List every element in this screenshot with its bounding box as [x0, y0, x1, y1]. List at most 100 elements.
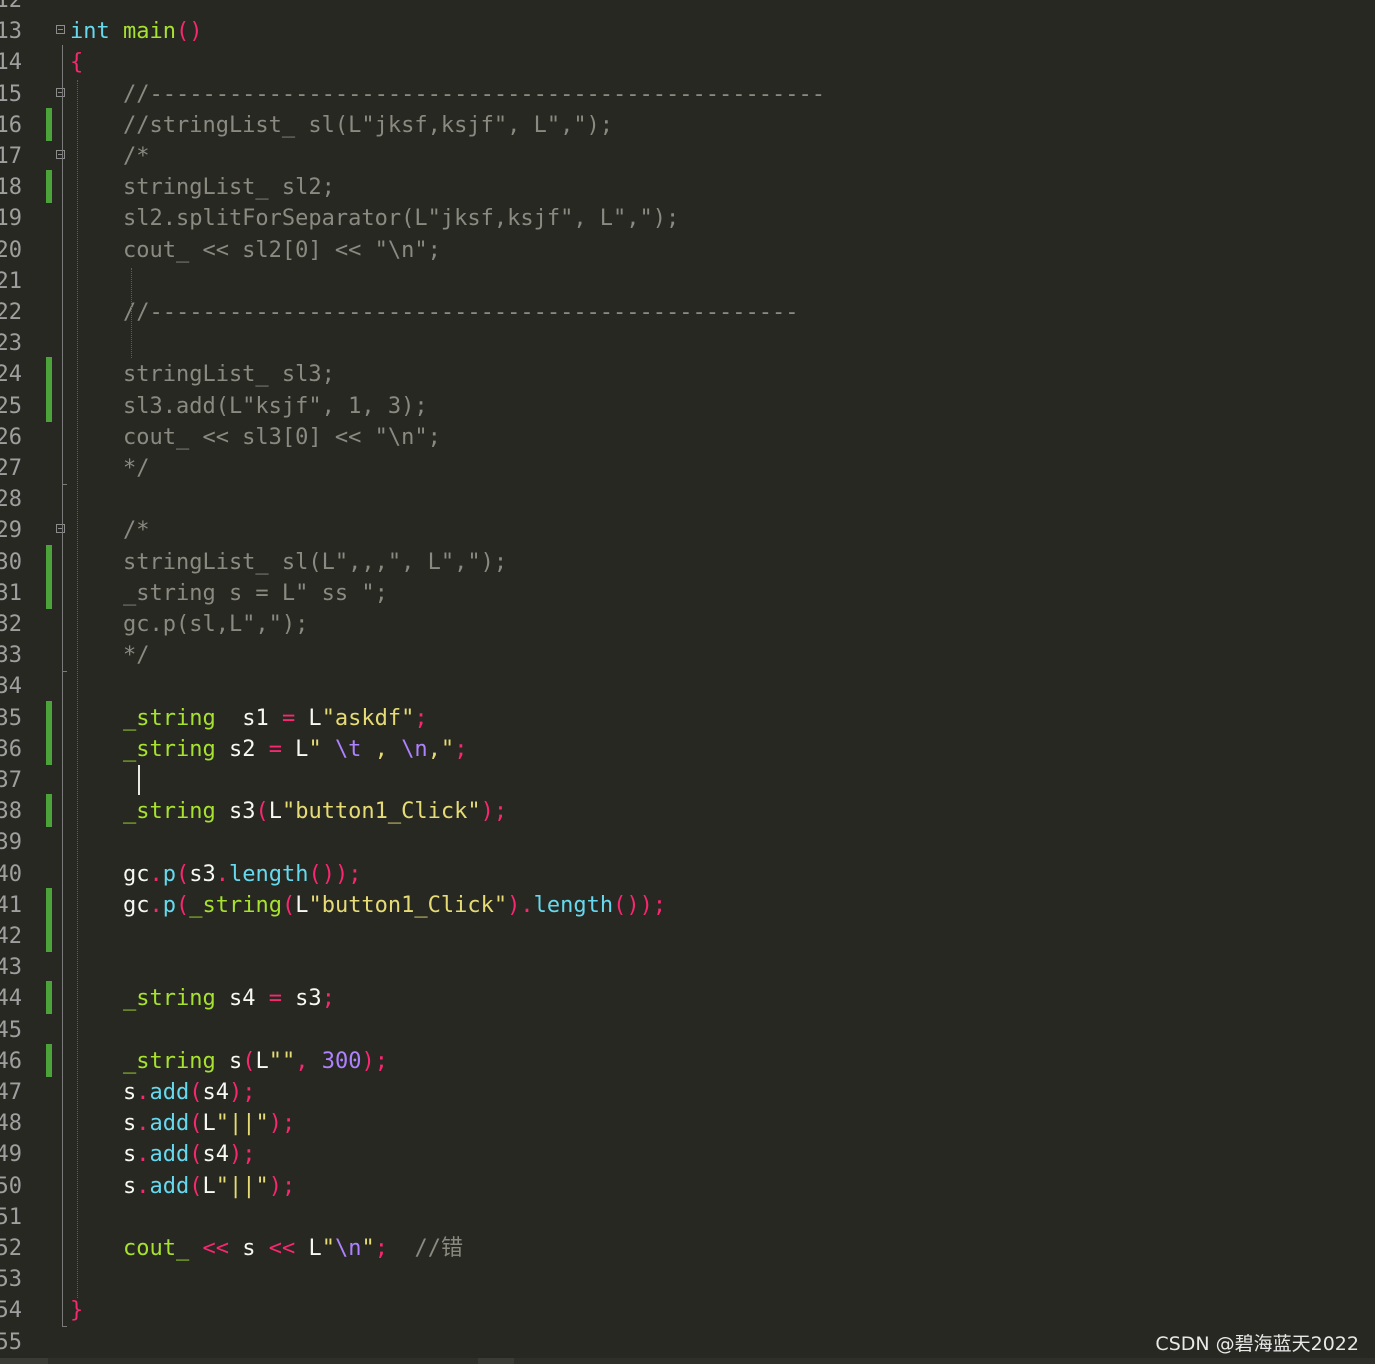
code-token: ());	[308, 861, 362, 887]
fold-toggle-icon[interactable]	[56, 87, 65, 97]
code-token: p	[162, 861, 176, 887]
code-token: L	[202, 1173, 216, 1199]
code-line[interactable]: 45	[0, 1015, 1375, 1046]
code-line[interactable]: 23	[0, 328, 1375, 359]
line-number: 35	[0, 705, 22, 731]
code-line[interactable]: 49 s.add(s4);	[0, 1139, 1375, 1170]
code-editor[interactable]: 12 13 int main() 14 {15 //------------------…	[0, 0, 1375, 1364]
code-line[interactable]: 28	[0, 484, 1375, 515]
code-line[interactable]: 33 */	[0, 640, 1375, 671]
code-line[interactable]: 44 _string s4 = s3;	[0, 981, 1375, 1015]
code-token: );	[268, 1173, 296, 1199]
scrollbar-thumb[interactable]	[0, 1358, 48, 1364]
line-number: 34	[0, 674, 22, 700]
line-number: 24	[0, 362, 22, 388]
change-marker	[46, 731, 52, 765]
code-token: .	[136, 1173, 150, 1199]
code-line[interactable]: 54}	[0, 1295, 1375, 1326]
code-token: ()	[175, 19, 203, 45]
code-line[interactable]: 31 _string s = L" ss ";	[0, 575, 1375, 609]
code-text: _string s3(L"button1_Click");	[70, 796, 507, 827]
code-line[interactable]: 50 s.add(L"||");	[0, 1171, 1375, 1202]
code-token: _string	[122, 736, 216, 762]
code-token: "||"	[215, 1173, 269, 1199]
code-line[interactable]: 46 _string s(L"", 300);	[0, 1043, 1375, 1077]
code-token: "	[321, 1236, 335, 1261]
code-token: );	[361, 1048, 388, 1074]
code-line[interactable]: 14 {	[0, 47, 1375, 78]
code-line[interactable]: 32 gc.p(sl,L",");	[0, 609, 1375, 640]
indent-guide-comment	[131, 268, 132, 358]
code-line[interactable]: 52 cout_ << s << L"\n"; //错	[0, 1233, 1375, 1264]
code-token: s4	[202, 1142, 229, 1168]
code-line[interactable]: 43	[0, 952, 1375, 983]
line-number: 27	[0, 456, 22, 481]
code-token: gc	[70, 861, 150, 887]
code-line[interactable]: 40 gc.p(s3.length());	[0, 859, 1375, 890]
code-line[interactable]: 22 //-----------------------------------…	[0, 297, 1375, 328]
code-line[interactable]: 15 //-----------------------------------…	[0, 79, 1375, 110]
bottom-scrollbar[interactable]	[0, 1358, 1375, 1364]
code-line[interactable]: 48 s.add(L"||");	[0, 1108, 1375, 1139]
fold-end-comment-1	[62, 484, 67, 485]
change-marker	[46, 170, 52, 204]
code-line[interactable]: 42	[0, 919, 1375, 952]
line-number: 12	[0, 0, 22, 13]
code-line[interactable]: 35 _string s1 = L"askdf";	[0, 700, 1375, 734]
code-line[interactable]: 13 int main()	[0, 16, 1375, 47]
code-line[interactable]: 16 //stringList_ sl(L"jksf,ksjf", L",");	[0, 107, 1375, 141]
code-token: ,	[361, 736, 402, 762]
code-text: {	[70, 47, 83, 78]
code-text: s.add(s4);	[70, 1077, 256, 1108]
code-token: "	[308, 736, 335, 762]
code-line[interactable]: 36 _string s2 = L" \t , \n,";	[0, 731, 1375, 765]
code-line[interactable]: 21	[0, 266, 1375, 297]
code-line[interactable]: 30 stringList_ sl(L",,,", L",");	[0, 544, 1375, 578]
code-line[interactable]: 19 sl2.splitForSeparator(L"jksf,ksjf", L…	[0, 203, 1375, 234]
line-number: 42	[0, 924, 22, 949]
code-line[interactable]: 38 _string s3(L"button1_Click");	[0, 794, 1375, 828]
line-number: 41	[0, 892, 22, 918]
fold-toggle-icon[interactable]	[56, 25, 65, 35]
line-number: 20	[0, 237, 22, 263]
code-line[interactable]: 26 cout_ << sl3[0] << "\n";	[0, 422, 1375, 453]
code-line[interactable]: 17 /*	[0, 141, 1375, 172]
code-line[interactable]: 27 */	[0, 453, 1375, 484]
code-line[interactable]: 12	[0, 0, 1375, 16]
text-cursor	[138, 765, 140, 795]
code-token: _string	[122, 986, 216, 1012]
code-text: gc.p(_string(L"button1_Click").length())…	[70, 890, 666, 921]
code-token: cout_ << sl3[0] << "\n";	[70, 424, 441, 450]
code-token: (	[255, 799, 269, 825]
fold-toggle-icon[interactable]	[56, 524, 65, 534]
code-line[interactable]: 37	[0, 765, 1375, 796]
code-line[interactable]: 25 sl3.add(L"ksjf", 1, 3);	[0, 388, 1375, 422]
code-token: sl2.splitForSeparator(L"jksf,ksjf", L","…	[70, 206, 680, 232]
line-number: 14	[0, 50, 22, 76]
code-line[interactable]: 34	[0, 671, 1375, 702]
change-marker	[46, 887, 52, 921]
code-line[interactable]: 29 /*	[0, 515, 1375, 546]
code-line[interactable]: 24 stringList_ sl3;	[0, 357, 1375, 391]
code-line[interactable]: 41 gc.p(_string(L"button1_Click").length…	[0, 887, 1375, 921]
code-token: p	[162, 892, 176, 918]
code-token: (	[189, 1080, 203, 1105]
line-number: 33	[0, 643, 22, 669]
code-line[interactable]: 18 stringList_ sl2;	[0, 170, 1375, 204]
code-line[interactable]: 47 s.add(s4);	[0, 1077, 1375, 1108]
code-line[interactable]: 20 cout_ << sl2[0] << "\n";	[0, 235, 1375, 266]
code-token: =	[268, 736, 282, 762]
line-number: 28	[0, 487, 22, 513]
line-number: 37	[0, 768, 22, 793]
code-text: /*	[70, 141, 150, 172]
line-number: 17	[0, 144, 22, 169]
code-line[interactable]: 39	[0, 827, 1375, 858]
code-line[interactable]: 51	[0, 1202, 1375, 1233]
code-token: }	[70, 1298, 84, 1324]
code-line[interactable]: 53	[0, 1264, 1375, 1295]
code-token: _string	[122, 705, 216, 731]
code-token: ""	[268, 1048, 296, 1074]
fold-toggle-icon[interactable]	[56, 150, 65, 159]
line-number: 39	[0, 830, 22, 856]
